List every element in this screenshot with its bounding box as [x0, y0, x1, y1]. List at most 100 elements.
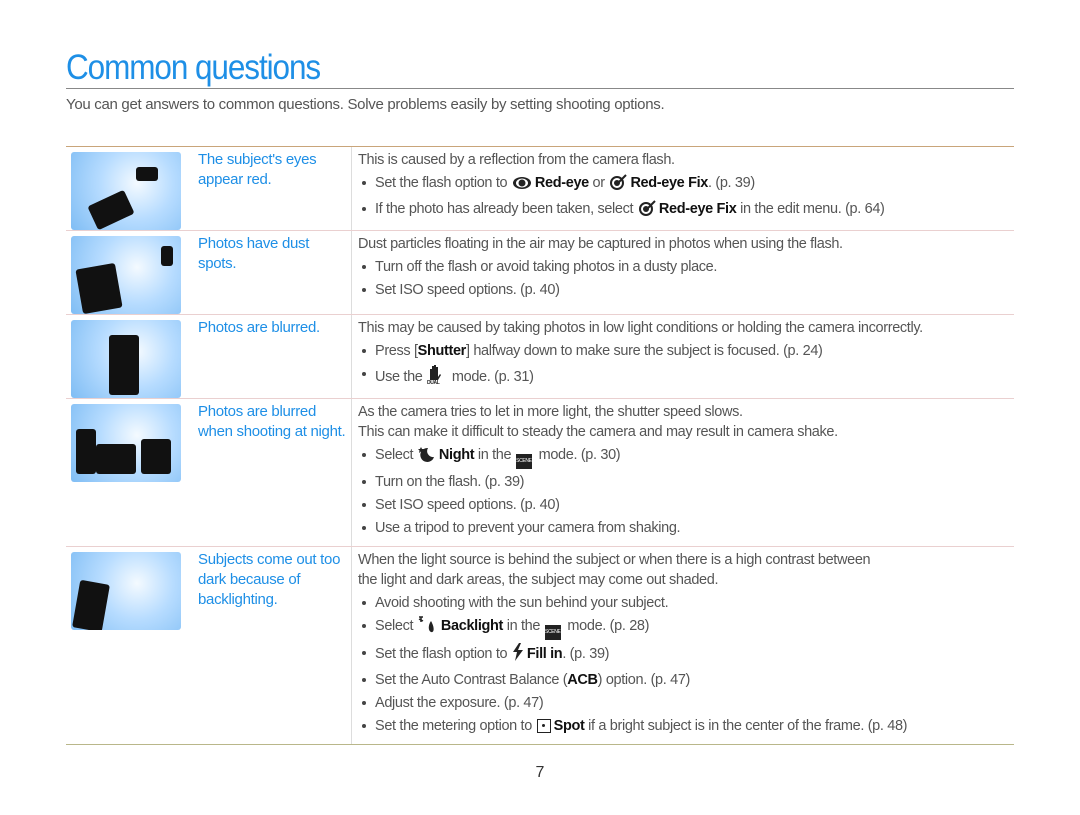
- answer-text: This can make it difficult to steady the…: [358, 424, 838, 440]
- bold-term: Fill in: [526, 646, 563, 662]
- answer-text: This may be caused by taking photos in l…: [358, 320, 923, 336]
- silhouette: [87, 189, 135, 230]
- bullet-item: Set the flash option to Fill in. (p. 39): [358, 643, 1014, 667]
- svg-text:DUAL: DUAL: [427, 380, 440, 384]
- night-icon: [417, 446, 436, 468]
- silhouette: [161, 246, 173, 266]
- text: Set the Auto Contrast Balance (: [375, 672, 568, 688]
- text: ) option. (p. 47): [597, 672, 691, 688]
- answer-text: As the camera tries to let in more light…: [358, 404, 743, 420]
- answer: Dust particles floating in the air may b…: [351, 231, 1014, 314]
- silhouette: [136, 167, 158, 181]
- silhouette: [72, 579, 110, 630]
- bullet-item: Select Night in the SCENE mode. (p. 30): [358, 445, 1014, 469]
- bullet-list: Avoid shooting with the sun behind your …: [358, 593, 1014, 736]
- bullet-list: Turn off the flash or avoid taking photo…: [358, 257, 1014, 300]
- text: Set the metering option to: [375, 718, 536, 734]
- red-eye-icon: [512, 176, 532, 196]
- text: If the photo has already been taken, sel…: [375, 201, 637, 217]
- question-heading: Photos are blurred.: [198, 319, 320, 336]
- text: ] halfway down to make sure the subject …: [465, 343, 823, 359]
- question-row: Photos have dust spots. Dust particles fl…: [66, 231, 1014, 315]
- text: Use the: [375, 369, 427, 385]
- text: Avoid shooting with the sun behind your …: [375, 595, 669, 611]
- backlight-icon: [418, 616, 438, 639]
- red-eye-illustration: [71, 152, 181, 230]
- text: in the edit menu. (p. 64): [736, 201, 885, 217]
- text: Turn on the flash. (p. 39): [375, 474, 525, 490]
- bullet-item: Use the DUAL mode. (p. 31): [358, 364, 1014, 390]
- spot-metering-icon: [536, 719, 551, 733]
- answer: This may be caused by taking photos in l…: [351, 315, 1014, 398]
- silhouette: [96, 444, 136, 474]
- text: if a bright subject is in the center of …: [584, 718, 908, 734]
- text: Select: [375, 447, 417, 463]
- silhouette: [75, 262, 123, 314]
- answer: This is caused by a reflection from the …: [351, 147, 1014, 230]
- bullet-item: Use a tripod to prevent your camera from…: [358, 518, 1014, 538]
- bullet-item: Set the metering option to Spot if a bri…: [358, 716, 1014, 736]
- text: Select: [375, 618, 417, 634]
- backlight-illustration: [71, 552, 181, 630]
- bold-term: Red-eye: [534, 175, 589, 191]
- text: Adjust the exposure. (p. 47): [375, 695, 544, 711]
- bullet-item: Set ISO speed options. (p. 40): [358, 495, 1014, 515]
- bold-term: Backlight: [440, 618, 504, 634]
- question-row: The subject's eyes appear red. This is ca…: [66, 147, 1014, 231]
- answer: As the camera tries to let in more light…: [351, 399, 1014, 546]
- bullet-list: Set the flash option to Red-eye or Red-e…: [358, 173, 1014, 222]
- question-row: Subjects come out too dark because of ba…: [66, 547, 1014, 745]
- text: Turn off the flash or avoid taking photo…: [375, 259, 718, 275]
- red-eye-fix-icon: [609, 174, 628, 196]
- scene-icon: SCENE: [515, 454, 532, 469]
- bullet-item: Turn on the flash. (p. 39): [358, 472, 1014, 492]
- text: Set the flash option to: [375, 175, 511, 191]
- text: Set ISO speed options. (p. 40): [375, 497, 560, 513]
- question-row: Photos are blurred. This may be caused by…: [66, 315, 1014, 399]
- text: . (p. 39): [562, 646, 610, 662]
- text: Set ISO speed options. (p. 40): [375, 282, 560, 298]
- bullet-list: Select Night in the SCENE mode. (p. 30) T…: [358, 445, 1014, 538]
- answer-text: Dust particles floating in the air may b…: [358, 236, 843, 252]
- bold-term: Red-eye Fix: [630, 175, 708, 191]
- bullet-item: Select Backlight in the SCENE mode. (p. …: [358, 616, 1014, 640]
- page-title: Common questions: [66, 48, 321, 87]
- answer-text: When the light source is behind the subj…: [358, 552, 871, 568]
- bullet-item: Press [Shutter] halfway down to make sur…: [358, 341, 1014, 361]
- bullet-item: Turn off the flash or avoid taking photo…: [358, 257, 1014, 277]
- text: or: [588, 175, 609, 191]
- fill-in-flash-icon: [512, 643, 524, 667]
- bullet-item: Set the flash option to Red-eye or Red-e…: [358, 173, 1014, 196]
- question-heading: Photos are blurred when shooting at nigh…: [198, 403, 346, 440]
- silhouette: [141, 439, 171, 474]
- question-heading: The subject's eyes appear red.: [198, 151, 317, 188]
- bullet-item: Set the Auto Contrast Balance (ACB) opti…: [358, 670, 1014, 690]
- answer-text: This is caused by a reflection from the …: [358, 152, 675, 168]
- question-row: Photos are blurred when shooting at nigh…: [66, 399, 1014, 547]
- bullet-item: Avoid shooting with the sun behind your …: [358, 593, 1014, 613]
- answer: When the light source is behind the subj…: [351, 547, 1014, 744]
- question-heading: Photos have dust spots.: [198, 235, 310, 272]
- text: Use a tripod to prevent your camera from…: [375, 520, 681, 536]
- dual-is-icon: DUAL: [427, 364, 445, 390]
- red-eye-fix-icon: [638, 200, 656, 222]
- bullet-item: Set ISO speed options. (p. 40): [358, 280, 1014, 300]
- intro-text: You can get answers to common questions.…: [66, 96, 665, 113]
- text: Press [: [375, 343, 418, 359]
- night-illustration: [71, 404, 181, 482]
- bullet-list: Press [Shutter] halfway down to make sur…: [358, 341, 1014, 390]
- text: mode. (p. 28): [563, 618, 650, 634]
- questions-table: The subject's eyes appear red. This is ca…: [66, 146, 1014, 745]
- text: Set the flash option to: [375, 646, 511, 662]
- text: mode. (p. 31): [448, 369, 534, 385]
- dust-illustration: [71, 236, 181, 314]
- bold-term: Red-eye Fix: [658, 201, 737, 217]
- text: mode. (p. 30): [534, 447, 621, 463]
- bold-term: Spot: [553, 718, 585, 734]
- text: in the: [474, 447, 515, 463]
- answer-text: the light and dark areas, the subject ma…: [358, 572, 719, 588]
- scene-icon: SCENE: [544, 625, 561, 640]
- silhouette: [76, 429, 96, 474]
- silhouette: [109, 335, 139, 395]
- bold-term: Night: [438, 447, 475, 463]
